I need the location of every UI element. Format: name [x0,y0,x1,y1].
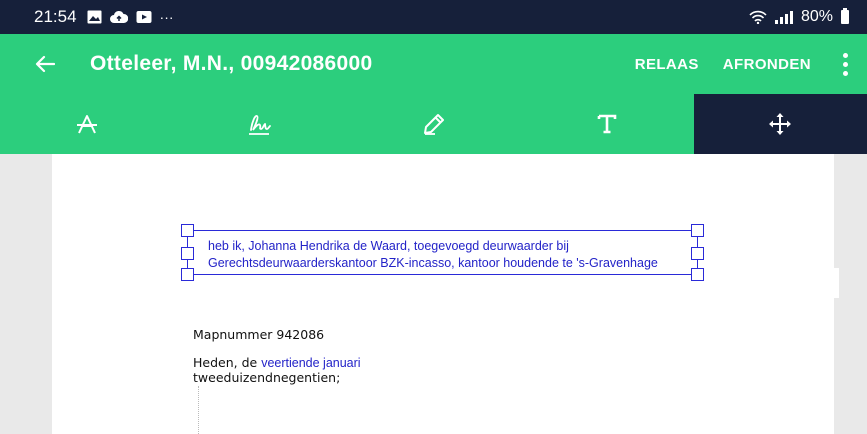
document-viewport[interactable]: heb ik, Johanna Hendrika de Waard, toege… [0,154,867,434]
resize-handle-middle-left[interactable] [181,246,194,260]
wifi-icon [749,10,767,24]
relaas-button[interactable]: RELAAS [623,56,711,73]
mapnummer-text: Mapnummer 942086 [193,327,325,342]
more-notifications-indicator: ··· [159,9,174,25]
text-tool-icon [597,114,617,134]
page-edge-strip [834,268,839,298]
page-title: Otteleer, M.N., 00942086000 [90,52,373,75]
text-tool-button[interactable] [520,94,693,154]
signature-tool-button[interactable] [173,94,346,154]
annotation-text-line-2: Gerechtsdeurwaarderskantoor BZK-incasso,… [208,256,658,270]
heden-line: Heden, de veertiende januari [193,355,361,370]
signal-icon [774,10,793,24]
annotation-text-line-1: heb ik, Johanna Hendrika de Waard, toege… [208,239,569,253]
resize-handle-middle-right[interactable] [691,246,704,260]
selected-text-annotation[interactable]: heb ik, Johanna Hendrika de Waard, toege… [181,224,704,281]
afronden-button[interactable]: AFRONDEN [711,56,823,73]
annotation-toolbar [0,94,867,154]
document-page[interactable]: heb ik, Johanna Hendrika de Waard, toege… [52,154,834,434]
move-tool-icon [769,113,792,135]
battery-percentage: 80% [800,8,833,25]
strikethrough-tool-icon [76,115,97,134]
move-tool-button[interactable] [693,94,867,154]
notification-icons: ··· [87,10,174,24]
cloud-upload-icon [109,10,128,23]
resize-handle-bottom-right[interactable] [691,268,704,281]
status-bar: 21:54 ··· 80% [0,0,867,34]
pen-tool-button[interactable] [347,94,520,154]
status-right: 80% [749,8,849,26]
year-text: tweeduizendnegentien; [193,370,341,385]
resize-handle-top-left[interactable] [181,224,194,237]
pen-tool-icon [423,114,444,135]
signature-tool-icon [249,115,272,135]
image-icon [87,10,102,24]
back-button[interactable] [0,34,90,94]
overflow-menu-icon [842,52,848,76]
back-arrow-icon [35,55,55,73]
heden-prefix: Heden, de [193,355,258,370]
date-annotation[interactable]: veertiende januari [261,356,360,370]
app-bar: Otteleer, M.N., 00942086000 RELAAS AFRON… [0,34,867,94]
resize-handle-top-right[interactable] [691,224,704,237]
dotted-guide-line [198,386,199,434]
video-icon [136,11,152,23]
status-left: 21:54 ··· [34,7,174,27]
resize-handle-bottom-left[interactable] [181,268,194,281]
status-time: 21:54 [34,7,77,26]
strikethrough-tool-button[interactable] [0,94,173,154]
overflow-menu-button[interactable] [823,34,867,94]
battery-icon [841,8,849,24]
